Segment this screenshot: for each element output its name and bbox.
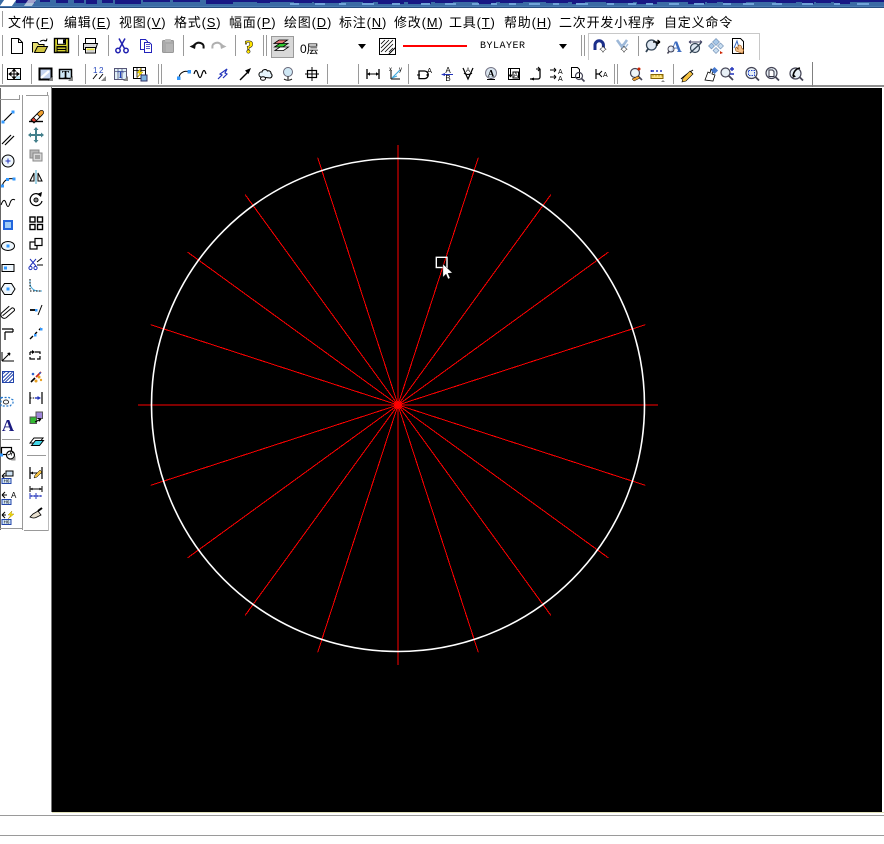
svg-text:A: A xyxy=(514,72,519,79)
svg-text:1: 1 xyxy=(93,66,98,75)
svg-text:A: A xyxy=(11,491,17,500)
svg-text:H6: H6 xyxy=(4,500,10,505)
svg-text:?: ? xyxy=(245,37,254,57)
svg-text:A: A xyxy=(558,76,563,83)
svg-text:H6: H6 xyxy=(4,479,10,484)
svg-text:H6: H6 xyxy=(4,520,10,525)
svg-text:T: T xyxy=(62,69,70,81)
svg-text:A: A xyxy=(488,69,495,79)
svg-text:B: B xyxy=(445,74,450,83)
svg-text:A: A xyxy=(427,66,432,75)
svg-text:A: A xyxy=(466,68,470,74)
svg-text:y: y xyxy=(399,67,402,73)
svg-text:A: A xyxy=(2,416,15,435)
svg-text:A: A xyxy=(603,72,608,79)
svg-text:A: A xyxy=(558,69,563,76)
svg-text:2: 2 xyxy=(99,66,104,75)
svg-text:T: T xyxy=(117,70,123,80)
svg-text:x: x xyxy=(389,67,392,73)
